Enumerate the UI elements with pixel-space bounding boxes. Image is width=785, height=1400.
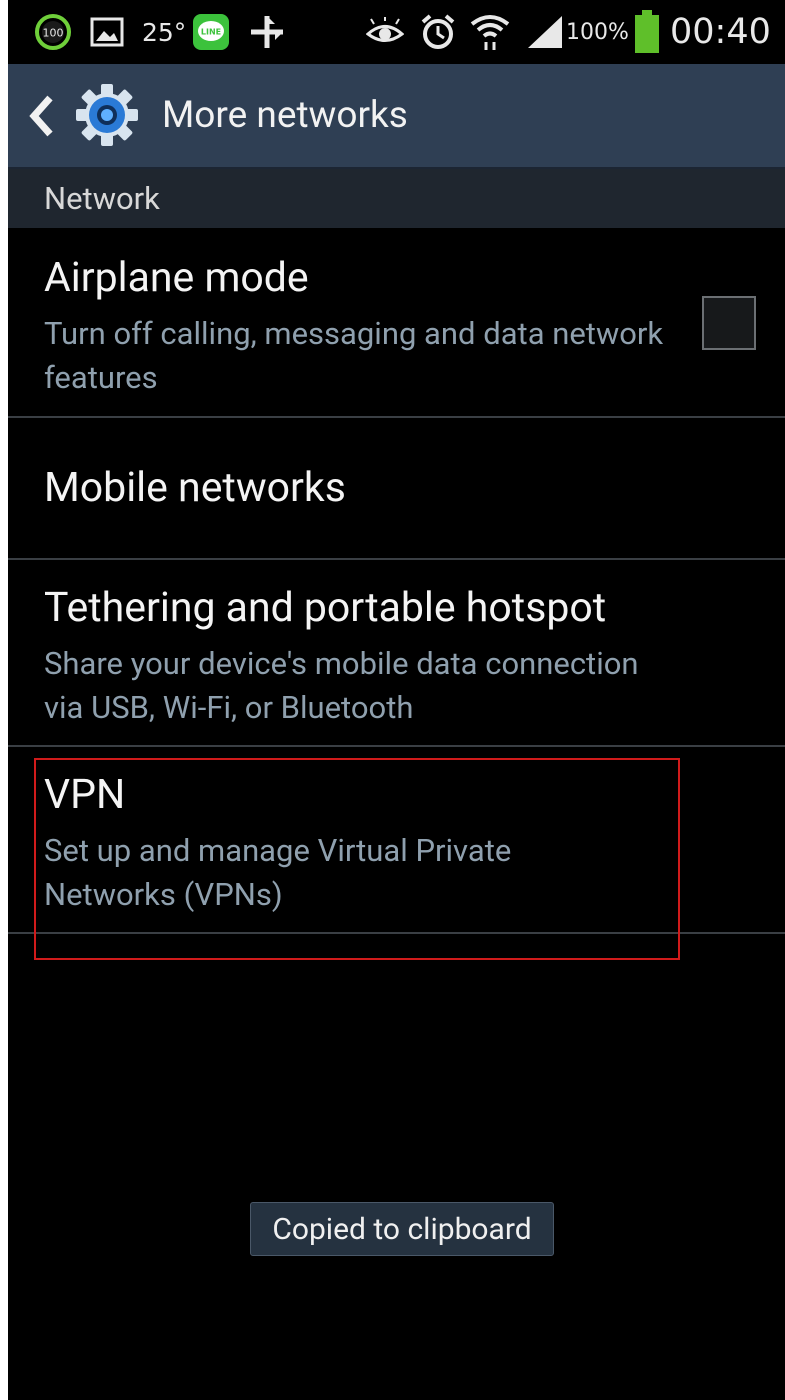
eye-icon bbox=[366, 0, 404, 64]
vpn-highlight-box bbox=[34, 758, 680, 960]
list-item-subtitle: Share your device's mobile data connecti… bbox=[44, 645, 639, 726]
section-header-label: Network bbox=[44, 180, 160, 217]
list-item-title: Tethering and portable hotspot bbox=[44, 584, 607, 632]
list-item-title: Mobile networks bbox=[44, 464, 346, 512]
toast: Copied to clipboard bbox=[250, 1202, 554, 1256]
battery-icon bbox=[634, 0, 660, 64]
action-bar: More networks bbox=[8, 64, 785, 169]
list-item-tethering-hotspot[interactable]: Tethering and portable hotspot Share you… bbox=[8, 560, 785, 745]
list-item-mobile-networks[interactable]: Mobile networks bbox=[8, 418, 785, 558]
gallery-icon bbox=[90, 0, 124, 64]
chevron-left-icon bbox=[29, 95, 53, 137]
wifi-icon bbox=[470, 0, 510, 64]
toast-message: Copied to clipboard bbox=[272, 1211, 532, 1247]
list-item-subtitle: Turn off calling, messaging and data net… bbox=[44, 315, 664, 396]
alarm-icon bbox=[420, 0, 456, 64]
temperature-text: 25° bbox=[142, 17, 187, 47]
device-screen: 100 25° LINE 100% 00:40 More networks Ne… bbox=[8, 0, 785, 1400]
list-item-title: Airplane mode bbox=[44, 254, 309, 302]
list-item-airplane-mode[interactable]: Airplane mode Turn off calling, messagin… bbox=[8, 230, 785, 416]
page-title: More networks bbox=[162, 94, 408, 137]
airplane-mode-checkbox[interactable] bbox=[702, 296, 756, 350]
back-button[interactable] bbox=[26, 94, 58, 138]
signal-icon bbox=[524, 0, 564, 64]
battery-saver-100-icon: 100 bbox=[34, 0, 72, 64]
line-app-icon: LINE bbox=[192, 0, 230, 64]
section-header-network: Network bbox=[8, 169, 785, 228]
settings-gear-icon[interactable] bbox=[74, 82, 140, 148]
svg-text:100: 100 bbox=[43, 27, 64, 40]
svg-text:LINE: LINE bbox=[201, 28, 221, 37]
battery-percent: 100% bbox=[566, 19, 629, 45]
transfer-arrows-icon bbox=[248, 0, 286, 64]
status-bar: 100 25° LINE 100% 00:40 bbox=[8, 0, 785, 64]
clock: 00:40 bbox=[670, 12, 771, 52]
